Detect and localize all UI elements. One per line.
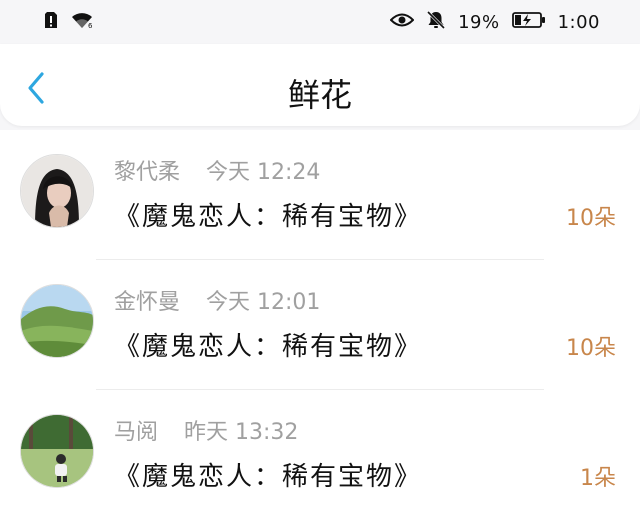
page-title: 鲜花 <box>287 76 352 114</box>
status-bar: 6 19% 1:00 <box>0 0 640 44</box>
flower-count: 10朵 <box>566 336 616 361</box>
bell-muted-icon <box>426 10 446 34</box>
clock: 1:00 <box>557 11 600 33</box>
battery-percent: 19% <box>458 11 500 33</box>
sender-line: 金怀曼 今天 12:01 <box>114 284 320 316</box>
battery-charging-icon <box>511 11 546 33</box>
flower-count: 10朵 <box>566 206 616 231</box>
sender-name: 金怀曼 <box>114 290 181 315</box>
gift-title: 《魔鬼恋人：稀有宝物》 <box>114 462 423 492</box>
timestamp: 昨天 13:32 <box>184 420 299 445</box>
sender-line: 黎代柔 今天 12:24 <box>114 154 320 186</box>
wifi-icon: 6 <box>70 11 94 33</box>
sender-name: 黎代柔 <box>114 160 181 185</box>
sender-line: 马阅 昨天 13:32 <box>114 414 298 446</box>
status-left: 6 <box>44 11 94 33</box>
timestamp: 今天 12:24 <box>206 160 321 185</box>
avatar[interactable] <box>20 154 94 228</box>
svg-text:6: 6 <box>88 22 93 29</box>
sim-alert-icon <box>44 11 58 33</box>
sender-name: 马阅 <box>114 420 159 445</box>
header: 鲜花 <box>0 44 640 126</box>
list-item[interactable]: 黎代柔 今天 12:24 《魔鬼恋人：稀有宝物》 10朵 <box>0 130 640 260</box>
avatar[interactable] <box>20 414 94 488</box>
eye-icon <box>389 12 415 32</box>
avatar[interactable] <box>20 284 94 358</box>
gift-title: 《魔鬼恋人：稀有宝物》 <box>114 332 423 362</box>
list-item[interactable]: 马阅 昨天 13:32 《魔鬼恋人：稀有宝物》 1朵 <box>0 390 640 520</box>
list-item[interactable]: 金怀曼 今天 12:01 《魔鬼恋人：稀有宝物》 10朵 <box>0 260 640 390</box>
flower-count: 1朵 <box>580 466 616 491</box>
gift-title: 《魔鬼恋人：稀有宝物》 <box>114 202 423 232</box>
timestamp: 今天 12:01 <box>206 290 321 315</box>
status-right: 19% 1:00 <box>389 10 600 34</box>
gift-list: 黎代柔 今天 12:24 《魔鬼恋人：稀有宝物》 10朵 金怀曼 今天 12:0… <box>0 130 640 520</box>
